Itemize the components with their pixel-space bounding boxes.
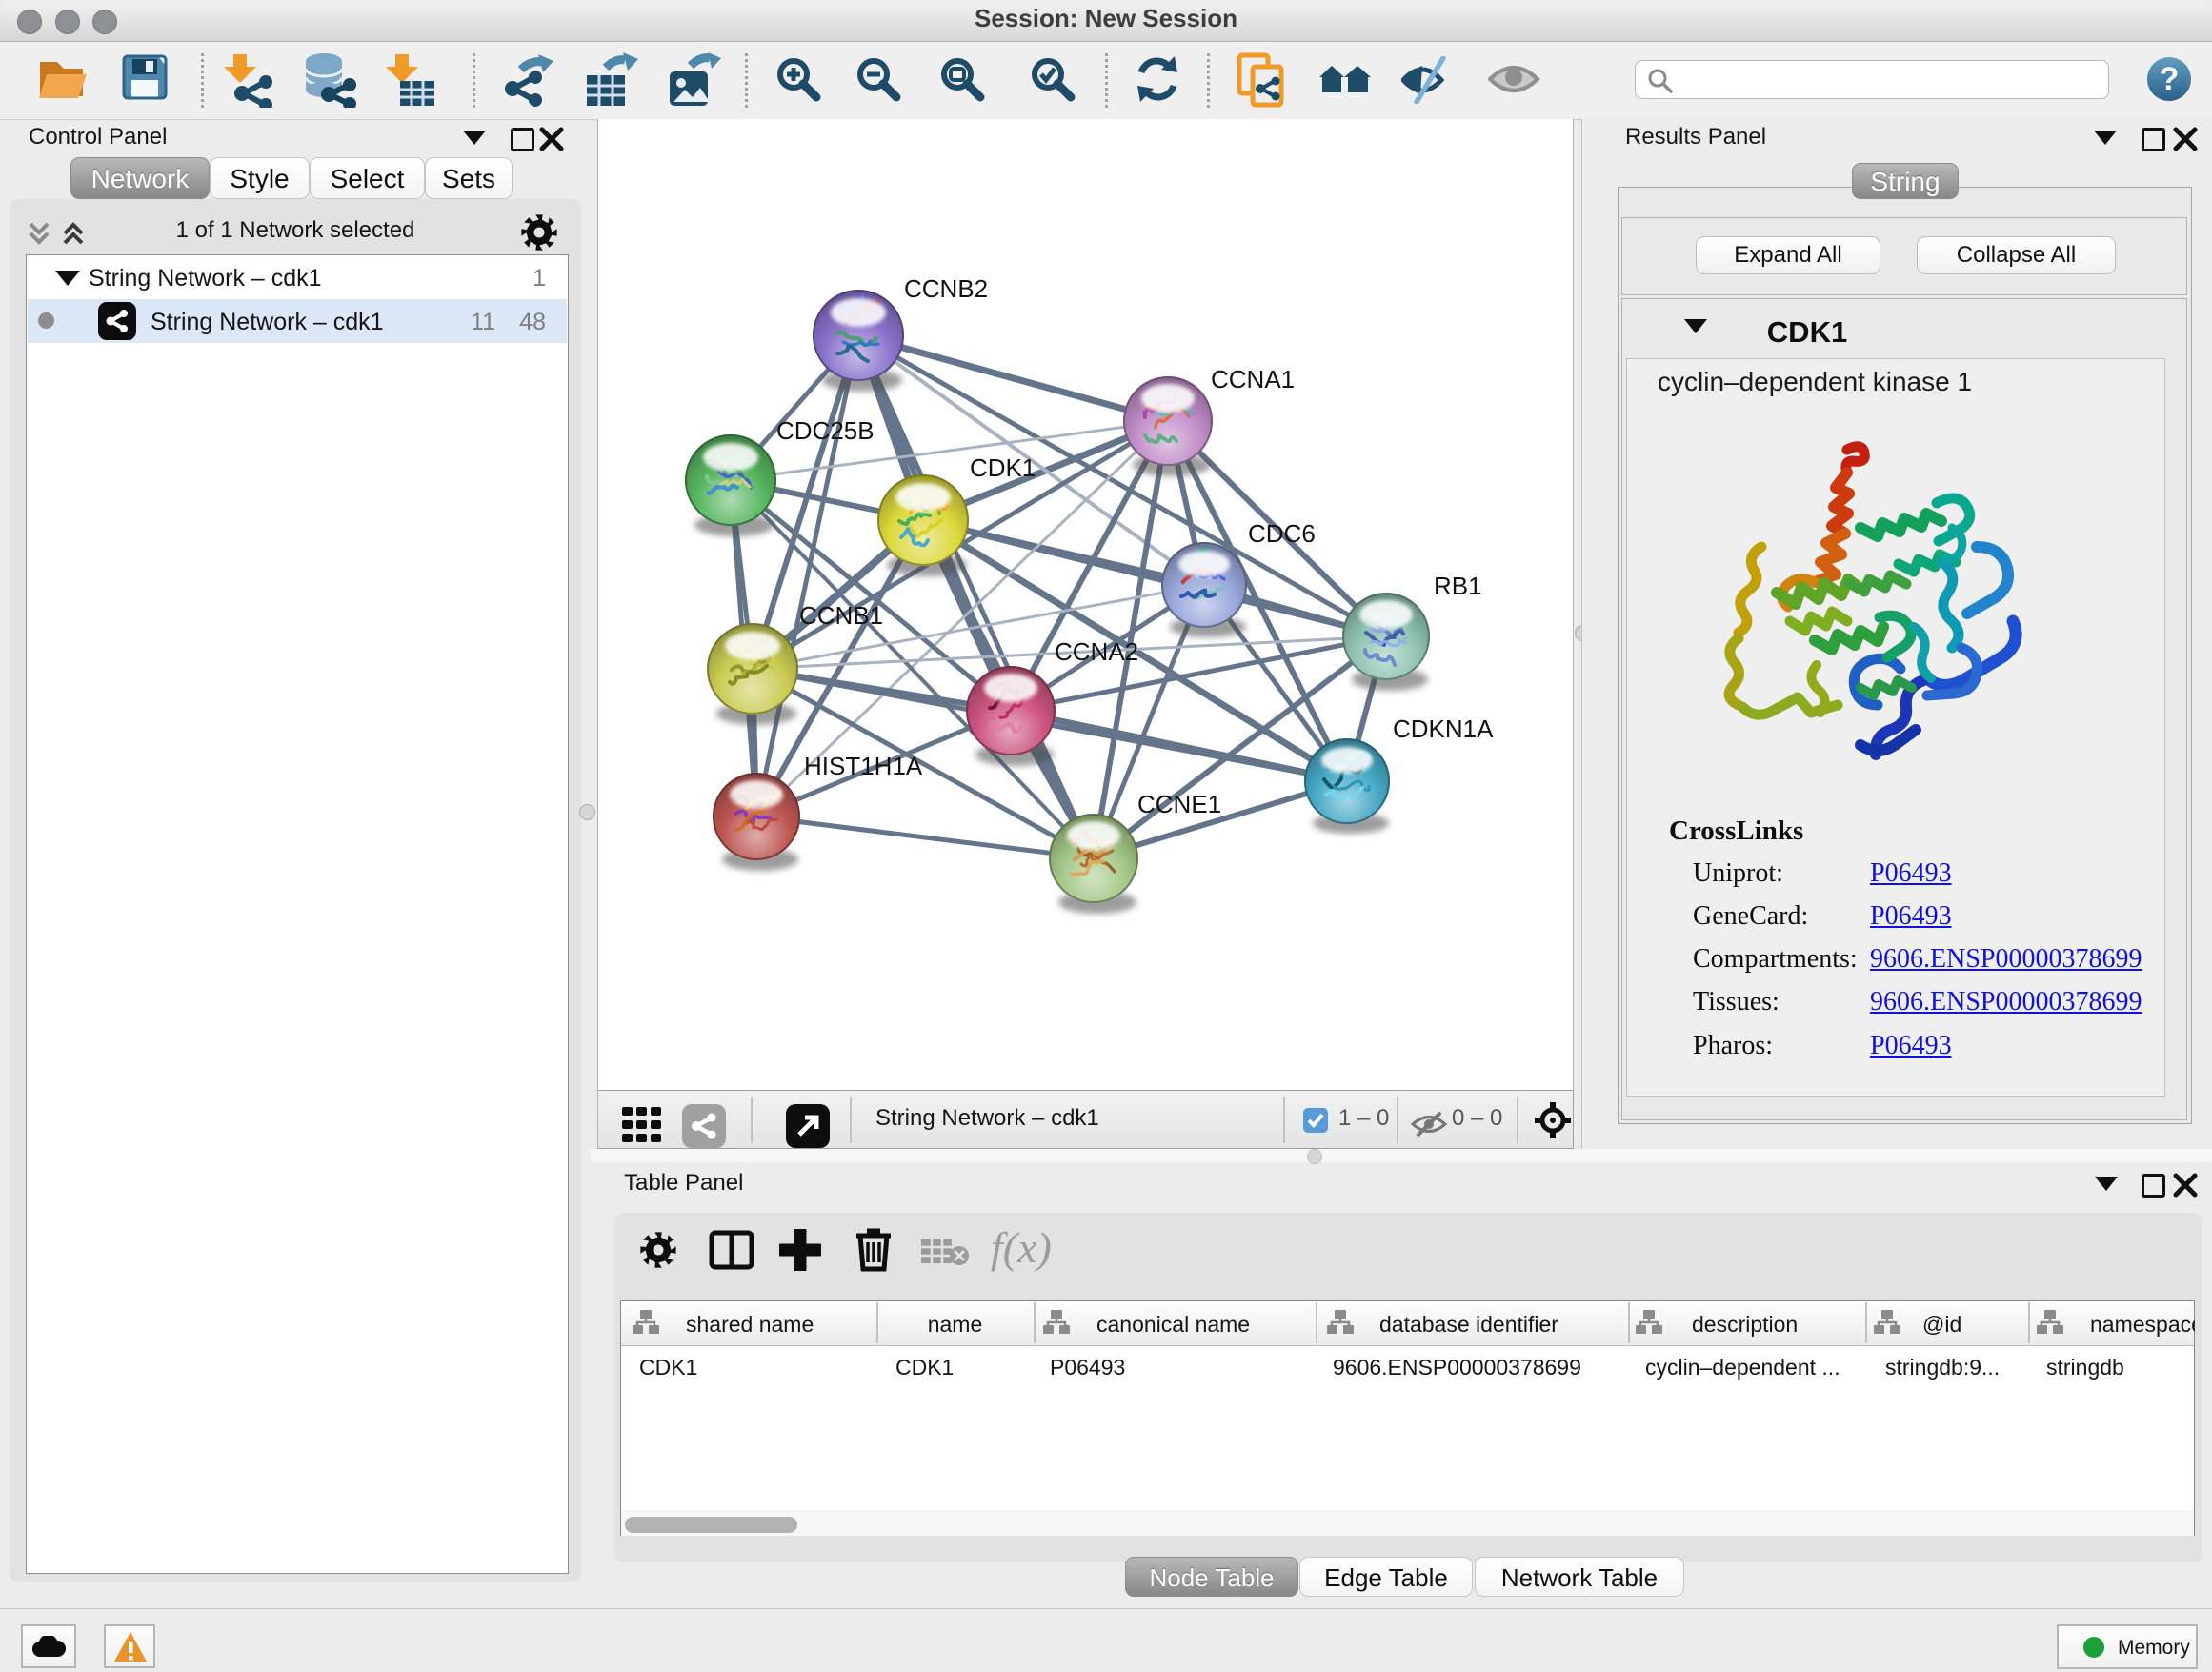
svg-text:CCNB2: CCNB2 bbox=[904, 274, 988, 303]
svg-text:CCNE1: CCNE1 bbox=[1137, 790, 1221, 818]
svg-text:RB1: RB1 bbox=[1434, 572, 1482, 600]
svg-text:CCNA1: CCNA1 bbox=[1211, 365, 1295, 393]
svg-text:CCNA2: CCNA2 bbox=[1055, 637, 1138, 666]
svg-text:CCNB1: CCNB1 bbox=[799, 601, 883, 630]
svg-text:CDC6: CDC6 bbox=[1248, 519, 1316, 548]
svg-text:CDK1: CDK1 bbox=[970, 453, 1036, 482]
svg-text:CDC25B: CDC25B bbox=[776, 416, 875, 445]
svg-text:CDKN1A: CDKN1A bbox=[1393, 715, 1494, 743]
svg-text:?: ? bbox=[2160, 61, 2180, 97]
svg-text:HIST1H1A: HIST1H1A bbox=[804, 752, 923, 780]
